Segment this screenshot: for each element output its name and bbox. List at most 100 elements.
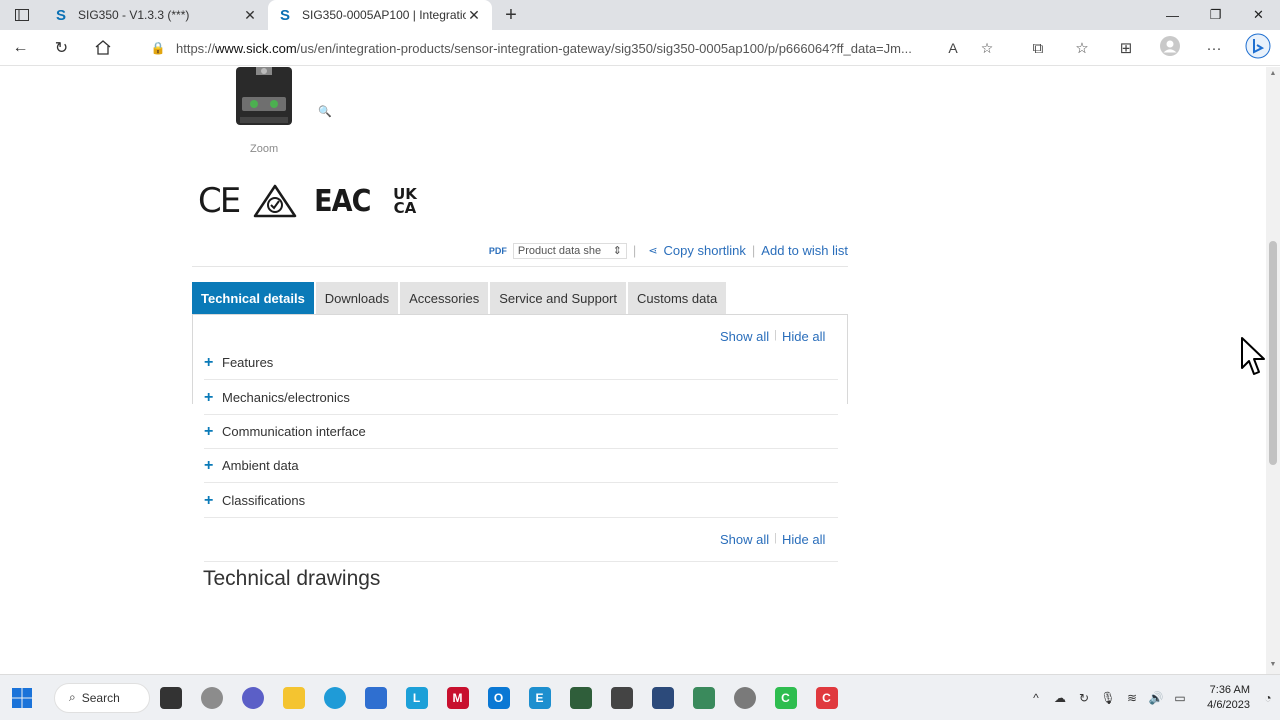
- tab-downloads[interactable]: Downloads: [315, 282, 399, 314]
- bing-chat-icon[interactable]: [1236, 33, 1280, 63]
- add-to-wishlist-link[interactable]: Add to wish list: [761, 243, 848, 258]
- url-text[interactable]: https://www.sick.com/us/en/integration-p…: [176, 41, 936, 56]
- taskbar-app-red[interactable]: C: [806, 675, 847, 721]
- notifications-icon[interactable]: ◔: [1256, 691, 1280, 705]
- refresh-button[interactable]: ↻: [41, 30, 82, 66]
- technical-drawings-heading: Technical drawings: [203, 567, 381, 590]
- more-menu-icon[interactable]: ···: [1192, 40, 1236, 57]
- scroll-up-arrow-icon[interactable]: ▲: [1269, 70, 1277, 77]
- show-all-link[interactable]: Show all: [720, 532, 769, 547]
- taskbar-app-window[interactable]: [642, 675, 683, 721]
- datasheet-select-value: Product data she: [517, 244, 602, 257]
- taskbar-store[interactable]: [355, 675, 396, 721]
- windows-taskbar: ⌕ Search L M O E C C ^ ☁ ↻ 🎙 ≋ 🔊 ▭ 7:36 A…: [0, 674, 1280, 720]
- datasheet-select[interactable]: Product data she ⇕: [512, 242, 627, 259]
- scrollbar-thumb[interactable]: [1269, 241, 1277, 465]
- scroll-down-arrow-icon[interactable]: ▼: [1269, 661, 1277, 668]
- search-icon: ⌕: [69, 690, 76, 704]
- app-et-icon: E: [528, 686, 551, 709]
- accordion-mechanics-electronics[interactable]: + Mechanics/electronics: [204, 381, 838, 415]
- web-page: 🔍 Zoom CE EAC UK CA PDF Product data she ⇕…: [0, 67, 1266, 674]
- microphone-icon[interactable]: 🎙: [1096, 691, 1120, 705]
- expand-plus-icon: +: [204, 422, 214, 440]
- favorites-icon[interactable]: ☆: [1060, 39, 1104, 57]
- taskbar-app-l[interactable]: L: [396, 675, 437, 721]
- accordion-communication-interface[interactable]: + Communication interface: [204, 415, 838, 449]
- taskbar-app-terminal[interactable]: [601, 675, 642, 721]
- panel-divider: [204, 561, 838, 562]
- collections-icon[interactable]: ⊞: [1104, 39, 1148, 57]
- zoom-magnifier-icon[interactable]: 🔍: [318, 105, 332, 118]
- wifi-icon[interactable]: ≋: [1120, 691, 1144, 705]
- tab-close-icon[interactable]: ✕: [466, 7, 482, 24]
- back-button[interactable]: ←: [0, 30, 41, 66]
- accordion-features[interactable]: + Features: [204, 346, 838, 380]
- zoom-label[interactable]: Zoom: [250, 143, 278, 155]
- taskbar-search[interactable]: ⌕ Search: [54, 682, 150, 713]
- taskbar-settings[interactable]: [724, 675, 765, 721]
- close-window-icon[interactable]: ✕: [1237, 0, 1280, 30]
- read-aloud-icon[interactable]: A: [936, 40, 970, 56]
- favorite-star-icon[interactable]: ☆: [970, 40, 1004, 57]
- show-all-link[interactable]: Show all: [720, 329, 769, 344]
- accordion-label: Mechanics/electronics: [222, 390, 350, 405]
- chevron-up-icon[interactable]: ^: [1024, 691, 1048, 705]
- page-scrollbar[interactable]: ▲ ▼: [1266, 67, 1280, 674]
- window-app-icon: [651, 686, 674, 709]
- accordion-label: Classifications: [222, 493, 306, 508]
- browser-tab-2[interactable]: S SIG350-0005AP100 | Integration ✕: [268, 0, 492, 30]
- tab-service-and-support[interactable]: Service and Support: [490, 282, 626, 314]
- windows-logo-icon: [12, 687, 32, 708]
- taskbar-app-network[interactable]: [683, 675, 724, 721]
- taskbar-edge[interactable]: [314, 675, 355, 721]
- taskbar-widgets[interactable]: [191, 675, 232, 721]
- copy-shortlink-link[interactable]: Copy shortlink: [664, 243, 746, 258]
- sync-icon[interactable]: ↻: [1072, 691, 1096, 705]
- taskbar-app-green[interactable]: C: [765, 675, 806, 721]
- accordion-label: Communication interface: [222, 424, 366, 439]
- hide-all-link[interactable]: Hide all: [782, 532, 825, 547]
- tab-customs-data[interactable]: Customs data: [628, 282, 727, 314]
- accordion-ambient-data[interactable]: + Ambient data: [204, 449, 838, 483]
- tab-actions-button[interactable]: [0, 0, 44, 30]
- tab-technical-details[interactable]: Technical details: [192, 282, 314, 314]
- taskbar-mcafee[interactable]: M: [437, 675, 478, 721]
- cloud-icon[interactable]: ☁: [1048, 691, 1072, 705]
- clock[interactable]: 7:36 AM 4/6/2023: [1192, 683, 1250, 713]
- home-button[interactable]: [82, 30, 123, 66]
- expand-plus-icon: +: [204, 491, 214, 509]
- app-red-icon: C: [815, 686, 838, 709]
- hide-all-link[interactable]: Hide all: [782, 329, 825, 344]
- battery-icon[interactable]: ▭: [1168, 691, 1192, 705]
- taskbar-outlook[interactable]: O: [478, 675, 519, 721]
- taskbar-task-view[interactable]: [150, 675, 191, 721]
- sick-favicon-icon: S: [55, 6, 66, 24]
- terminal-icon: [610, 686, 633, 709]
- volume-icon[interactable]: 🔊: [1144, 691, 1168, 705]
- extensions-icon[interactable]: ⧉: [1016, 40, 1060, 57]
- start-button[interactable]: [0, 675, 44, 721]
- browser-tab-1[interactable]: S SIG350 - V1.3.3 (***) ✕: [44, 0, 268, 30]
- taskbar-teams[interactable]: [232, 675, 273, 721]
- accordion-classifications[interactable]: + Classifications: [204, 484, 838, 518]
- tab-close-icon[interactable]: ✕: [242, 7, 258, 24]
- profile-avatar-icon[interactable]: [1148, 36, 1192, 60]
- ukca-mark: UK CA: [388, 187, 422, 216]
- address-bar[interactable]: 🔒 https://www.sick.com/us/en/integration…: [140, 34, 1010, 62]
- tab-accessories[interactable]: Accessories: [400, 282, 489, 314]
- ce-mark: CE: [198, 181, 241, 221]
- taskbar-app-monitor[interactable]: [560, 675, 601, 721]
- minimize-icon[interactable]: —: [1151, 0, 1194, 30]
- new-tab-button[interactable]: +: [496, 4, 526, 27]
- lock-icon[interactable]: 🔒: [140, 41, 176, 55]
- product-image[interactable]: [234, 67, 294, 127]
- back-arrow-icon: ←: [12, 38, 29, 56]
- taskbar-file-explorer[interactable]: [273, 675, 314, 721]
- separator: |: [632, 243, 637, 258]
- teams-icon: [241, 686, 264, 709]
- restore-icon[interactable]: ❐: [1194, 0, 1237, 30]
- url-prefix: https://: [176, 40, 216, 56]
- system-tray: ^ ☁ ↻ 🎙 ≋ 🔊 ▭ 7:36 AM 4/6/2023 ◔: [1024, 675, 1280, 721]
- taskbar-app-et[interactable]: E: [519, 675, 560, 721]
- mouse-cursor-icon: [1241, 337, 1265, 375]
